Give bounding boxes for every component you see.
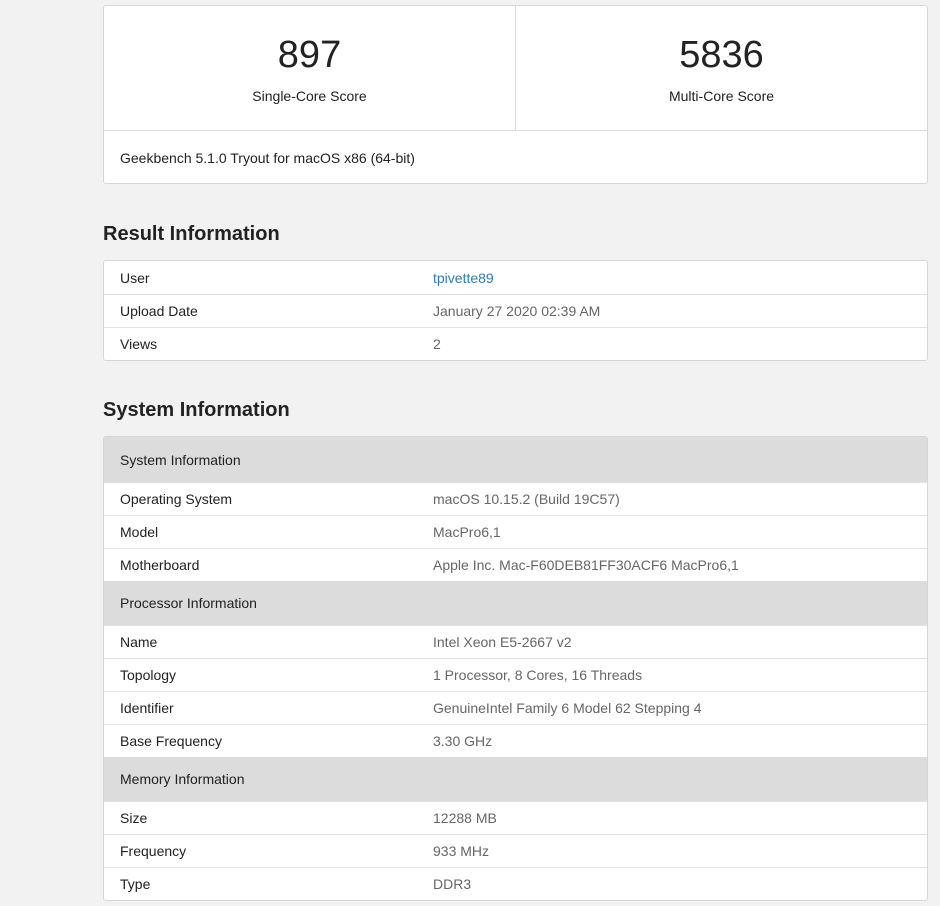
score-row: 897 Single-Core Score 5836 Multi-Core Sc…	[104, 6, 927, 131]
result-information-table: User tpivette89 Upload Date January 27 2…	[103, 260, 928, 361]
row-value: MacPro6,1	[433, 524, 501, 540]
system-information-table: System Information Operating System macO…	[103, 436, 928, 901]
row-key: Model	[120, 524, 159, 540]
table-row: Identifier GenuineIntel Family 6 Model 6…	[104, 691, 927, 724]
group-header-system: System Information	[104, 437, 927, 482]
row-value: 3.30 GHz	[433, 733, 493, 749]
row-key: Upload Date	[120, 303, 198, 319]
result-information-title: Result Information	[103, 223, 280, 245]
row-value: 2	[433, 336, 441, 352]
row-key: User	[120, 269, 150, 286]
multi-core-cell: 5836 Multi-Core Score	[515, 6, 927, 130]
table-row: Operating System macOS 10.15.2 (Build 19…	[104, 482, 927, 515]
row-value: January 27 2020 02:39 AM	[433, 303, 601, 319]
table-row: Type DDR3	[104, 867, 927, 900]
benchmark-version: Geekbench 5.1.0 Tryout for macOS x86 (64…	[120, 150, 415, 166]
single-core-score: 897	[277, 34, 342, 76]
row-key: Motherboard	[120, 557, 200, 573]
row-key: Views	[120, 336, 158, 352]
table-row: Name Intel Xeon E5-2667 v2	[104, 625, 927, 658]
score-card: 897 Single-Core Score 5836 Multi-Core Sc…	[103, 5, 928, 184]
user-link[interactable]: tpivette89	[433, 270, 494, 286]
group-header-memory: Memory Information	[104, 757, 927, 801]
row-value: DDR3	[433, 876, 472, 892]
group-header-processor: Processor Information	[104, 581, 927, 625]
row-key: Topology	[120, 667, 177, 683]
table-row: Model MacPro6,1	[104, 515, 927, 548]
table-row: Base Frequency 3.30 GHz	[104, 724, 927, 757]
table-row: Motherboard Apple Inc. Mac-F60DEB81FF30A…	[104, 548, 927, 581]
table-row: Views 2	[104, 327, 927, 360]
multi-core-score: 5836	[679, 34, 764, 76]
table-row: Frequency 933 MHz	[104, 834, 927, 867]
row-key: Operating System	[120, 491, 233, 507]
system-information-title: System Information	[103, 399, 290, 421]
multi-core-label: Multi-Core Score	[668, 88, 775, 104]
row-value: Apple Inc. Mac-F60DEB81FF30ACF6 MacPro6,…	[433, 557, 739, 573]
row-value: 1 Processor, 8 Cores, 16 Threads	[433, 667, 643, 683]
row-key: Identifier	[120, 700, 174, 716]
row-value: macOS 10.15.2 (Build 19C57)	[433, 491, 620, 507]
row-key: Size	[120, 810, 148, 826]
table-row: Size 12288 MB	[104, 801, 927, 834]
row-key: Name	[120, 634, 158, 650]
single-core-label: Single-Core Score	[252, 88, 367, 104]
table-row: Upload Date January 27 2020 02:39 AM	[104, 294, 927, 327]
row-value: Intel Xeon E5-2667 v2	[433, 634, 572, 650]
row-value: 12288 MB	[433, 810, 497, 826]
row-key: Type	[120, 876, 151, 892]
table-row: User tpivette89	[104, 261, 927, 294]
row-value: GenuineIntel Family 6 Model 62 Stepping …	[433, 700, 702, 716]
row-value: 933 MHz	[433, 843, 490, 859]
row-key: Base Frequency	[120, 733, 222, 749]
table-row: Topology 1 Processor, 8 Cores, 16 Thread…	[104, 658, 927, 691]
row-key: Frequency	[120, 843, 187, 859]
single-core-cell: 897 Single-Core Score	[104, 6, 515, 130]
